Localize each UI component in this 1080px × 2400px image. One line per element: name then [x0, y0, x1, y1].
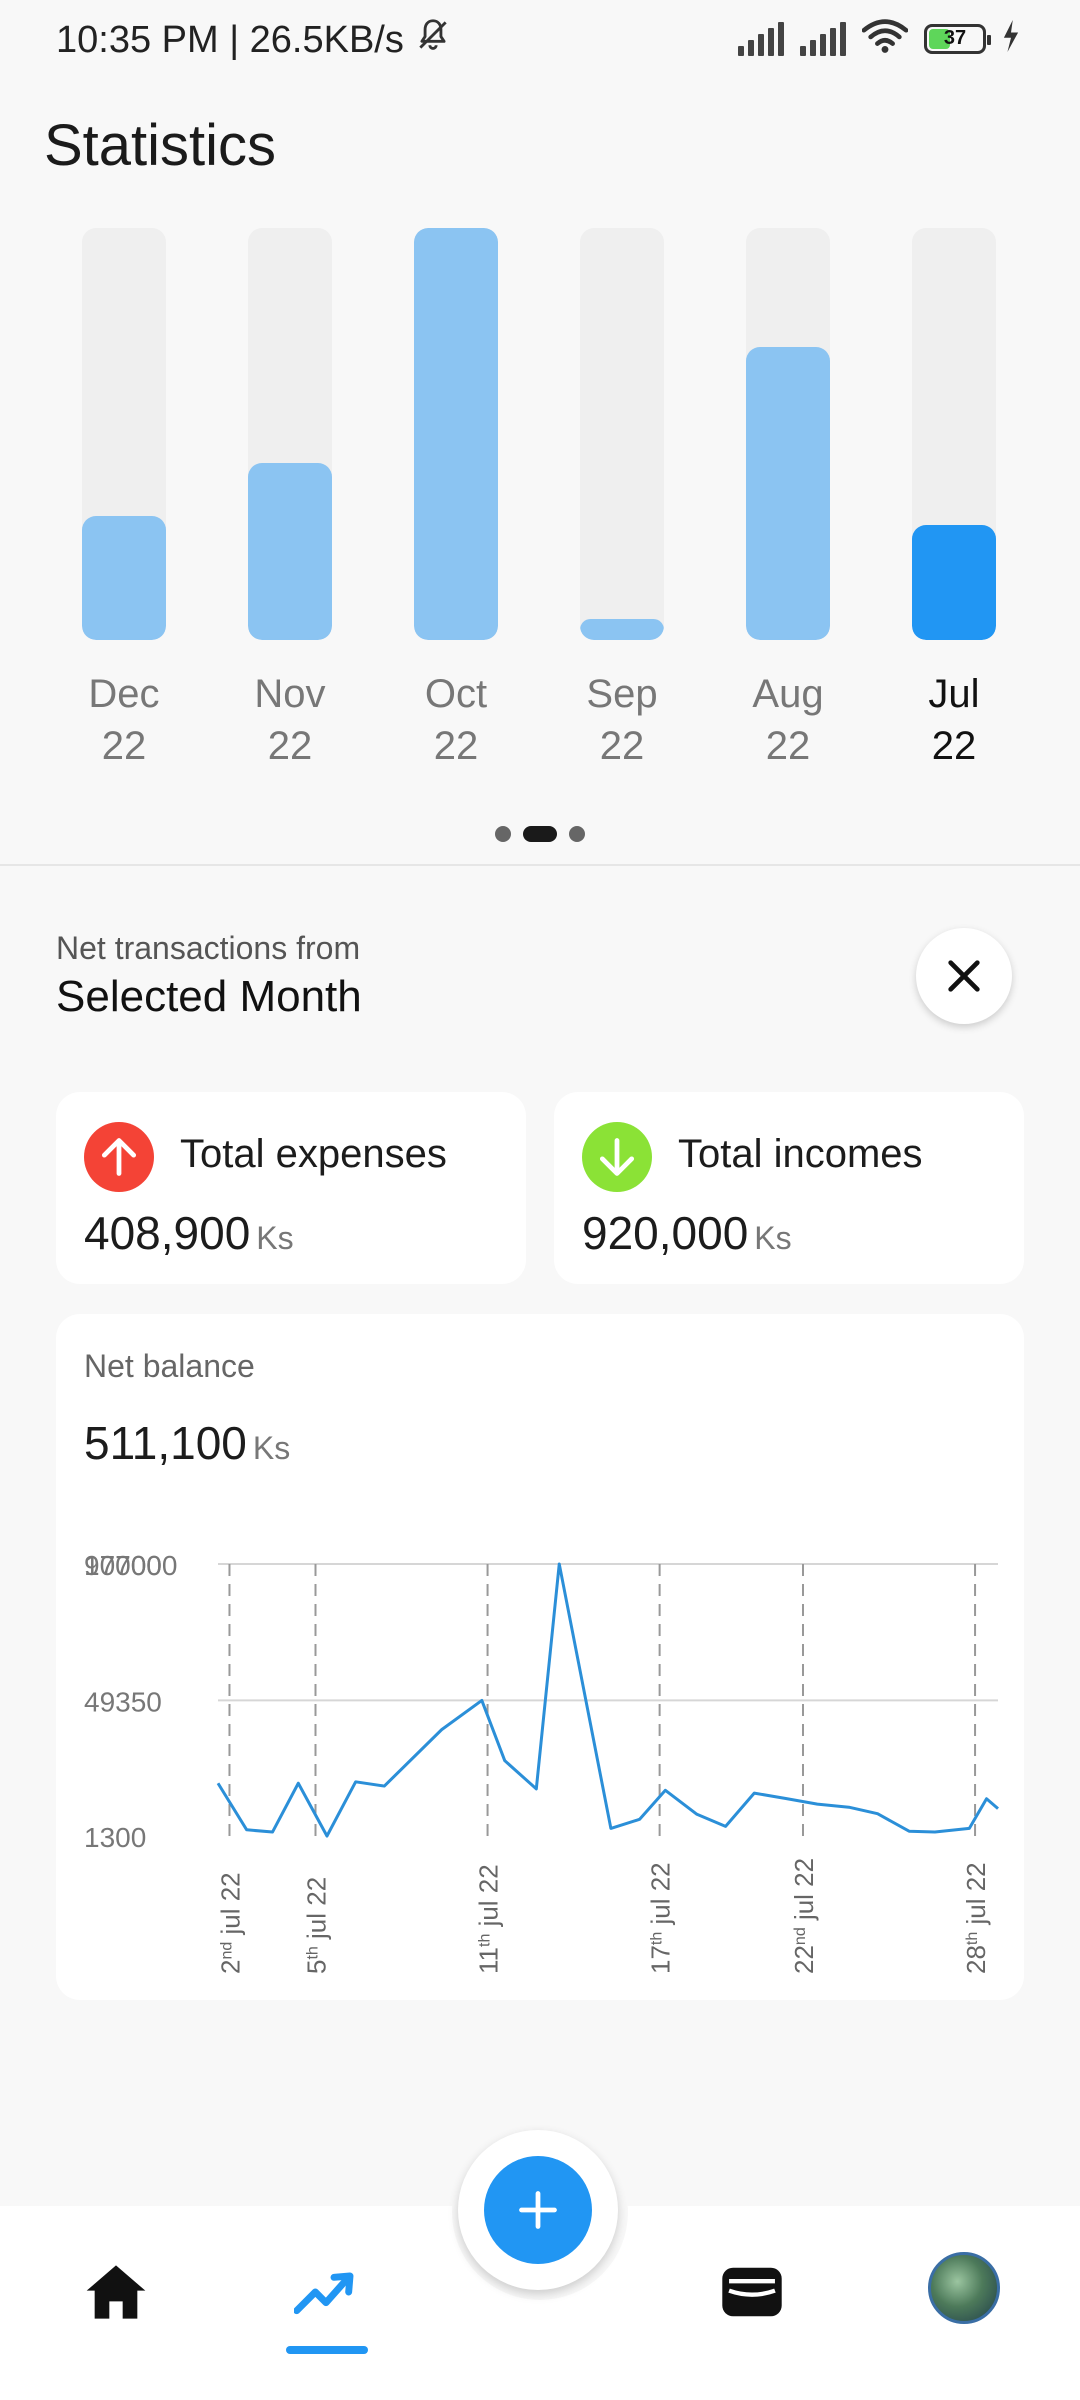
bar-month: Jul	[928, 672, 980, 716]
profile-avatar[interactable]	[928, 2252, 1000, 2324]
x-tick-label: 28th jul 22	[961, 1862, 991, 1974]
nav-wallet[interactable]	[702, 2252, 802, 2332]
bar-track	[912, 228, 996, 640]
page-title: Statistics	[44, 113, 277, 178]
currency-unit: Ks	[256, 1220, 294, 1256]
total-expenses-amount: 408,900 Ks	[84, 1206, 294, 1260]
status-time-speed: 10:35 PM | 26.5KB/s	[56, 18, 404, 61]
add-transaction-button[interactable]	[484, 2156, 592, 2264]
close-button[interactable]	[916, 928, 1012, 1024]
page-dot[interactable]	[495, 826, 511, 842]
nav-active-indicator	[286, 2346, 368, 2354]
y-tick-label: 97700	[84, 1550, 162, 1581]
total-incomes-value: 920,000	[582, 1207, 749, 1259]
bar-fill	[82, 516, 166, 640]
bar-year: 22	[101, 724, 147, 768]
bar-month: Aug	[752, 672, 824, 716]
close-icon	[948, 960, 980, 992]
bar-fill	[580, 619, 664, 640]
currency-unit: Ks	[754, 1220, 792, 1256]
status-left: 10:35 PM | 26.5KB/s	[56, 16, 452, 64]
bar-fill	[746, 347, 830, 640]
net-balance-line-chart: 100000977004935013002nd jul 225th jul 22…	[84, 1550, 999, 1974]
x-tick-label: 5th jul 22	[302, 1877, 332, 1974]
signal-icon-2	[800, 21, 846, 56]
bar-year: 22	[931, 724, 977, 768]
bar-month: Dec	[88, 672, 160, 716]
bar-track	[580, 228, 664, 640]
bar-month: Oct	[424, 672, 488, 716]
bar-track	[414, 228, 498, 640]
total-incomes-label: Total incomes	[678, 1132, 923, 1176]
nav-home[interactable]	[66, 2252, 166, 2332]
chart-icon	[294, 2272, 354, 2315]
bar-year: 22	[599, 724, 645, 768]
charging-icon	[1002, 20, 1020, 57]
net-subtitle: Net transactions from	[56, 930, 361, 966]
page-dot[interactable]	[523, 826, 557, 842]
bar-year: 22	[433, 724, 479, 768]
x-tick-label: 17th jul 22	[646, 1862, 676, 1974]
wallet-icon	[722, 2267, 782, 2317]
battery-level: 37	[943, 27, 967, 49]
battery-icon: 37	[924, 23, 991, 54]
bar-fill	[248, 462, 332, 640]
bar-label: Dec 22	[52, 668, 196, 772]
mute-bell-icon	[414, 16, 452, 64]
wifi-icon	[861, 18, 909, 59]
bar-fill	[414, 228, 498, 640]
bar-label: Jul 22	[882, 668, 1026, 772]
bar-month: Sep	[586, 672, 658, 716]
bar-label: Sep 22	[550, 668, 694, 772]
bar-year: 22	[765, 724, 811, 768]
divider	[0, 864, 1080, 866]
bar-year: 22	[267, 724, 313, 768]
total-expenses-card[interactable]: Total expenses 408,900 Ks	[56, 1092, 526, 1284]
total-incomes-card[interactable]: Total incomes 920,000 Ks	[554, 1092, 1024, 1284]
status-right: 37	[738, 18, 1020, 59]
bar-track	[82, 228, 166, 640]
net-title: Selected Month	[56, 972, 362, 1021]
total-expenses-label: Total expenses	[180, 1132, 447, 1176]
bar-label: Oct 22	[384, 668, 528, 772]
arrow-down-icon	[582, 1122, 652, 1192]
x-tick-label: 11th jul 22	[474, 1864, 504, 1974]
add-icon	[519, 2191, 557, 2229]
status-bar: 10:35 PM | 26.5KB/s 37	[0, 0, 1080, 80]
bar-fill	[912, 524, 996, 640]
nav-statistics[interactable]	[276, 2252, 376, 2332]
page-indicator	[0, 826, 1080, 842]
x-tick-label: 22nd jul 22	[789, 1858, 819, 1974]
net-balance-card: Net balance 511,100 Ks 100000 97700 49350 13…	[56, 1314, 1024, 2000]
arrow-up-icon	[84, 1122, 154, 1192]
bar-label: Aug 22	[716, 668, 860, 772]
bar-label: Nov 22	[218, 668, 362, 772]
signal-icon	[738, 21, 784, 56]
bar-month: Nov	[254, 672, 326, 716]
monthly-bar-chart: Dec 22 Nov 22 Oct 22 Sep 22 Aug 22 Jul 22	[0, 228, 1080, 788]
total-expenses-value: 408,900	[84, 1207, 251, 1259]
y-tick-label: 49350	[84, 1686, 162, 1717]
bar-track	[746, 228, 830, 640]
y-tick-label: 1300	[84, 1822, 146, 1853]
bar-track	[248, 228, 332, 640]
x-tick-label: 2nd jul 22	[215, 1872, 245, 1974]
page-dot[interactable]	[569, 826, 585, 842]
total-incomes-amount: 920,000 Ks	[582, 1206, 792, 1260]
home-icon	[86, 2265, 146, 2319]
